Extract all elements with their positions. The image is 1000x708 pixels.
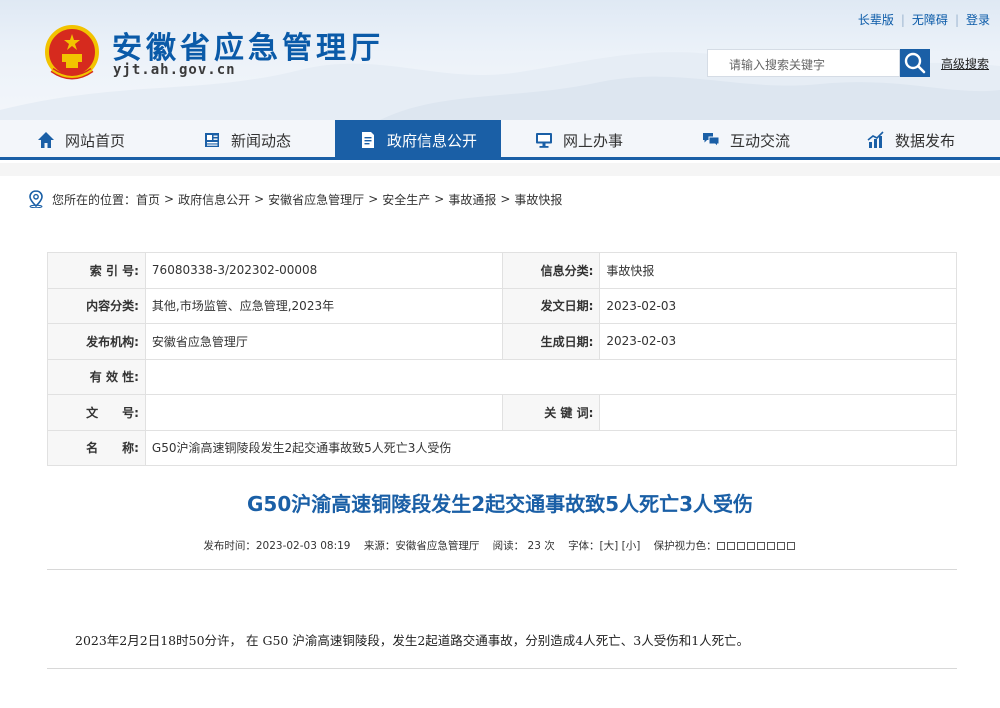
search-input[interactable]: 请输入搜索关键字 (707, 49, 900, 77)
nav-item-news[interactable]: 新闻动态 (203, 120, 291, 160)
national-emblem-icon (45, 25, 99, 80)
index-value: 76080338-3/202302-00008 (144, 252, 503, 289)
table-row: 文 号: 关 键 词: (47, 394, 957, 431)
generated-date-label: 生成日期: (501, 323, 601, 360)
site-header: 安徽省应急管理厅 yjt.ah.gov.cn 长辈版 | 无障碍 | 登录 请输入搜索关… (0, 0, 1000, 120)
site-domain: yjt.ah.gov.cn (113, 62, 236, 78)
divider (47, 668, 957, 669)
breadcrumb-separator: > (164, 192, 175, 206)
eye-care-label: 保护视力色： (653, 540, 717, 552)
table-row: 索 引 号: 76080338-3/202302-00008 信息分类: 事故快… (47, 252, 957, 289)
chat-icon (703, 133, 720, 148)
issue-date-label: 发文日期: (501, 287, 601, 324)
eye-care-swatch[interactable] (726, 542, 735, 550)
article-info-bar: 发布时间：2023-02-03 08:19 来源：安徽省应急管理厅 阅读： 23… (0, 538, 1000, 553)
eye-care-swatch[interactable] (786, 542, 795, 550)
eye-care-swatch[interactable] (736, 542, 745, 550)
breadcrumb-item-accident-notice[interactable]: 事故通报 (448, 191, 496, 208)
nav-item-data-release[interactable]: 数据发布 (867, 120, 955, 160)
breadcrumb-item-accident-flash[interactable]: 事故快报 (514, 191, 562, 208)
category-label: 信息分类: (501, 252, 601, 289)
category-value: 事故快报 (599, 252, 957, 289)
login-link[interactable]: 登录 (966, 11, 990, 28)
breadcrumb-item-gov-info[interactable]: 政府信息公开 (178, 191, 250, 208)
nav-item-gov-info[interactable]: 政府信息公开 (335, 120, 501, 160)
divider-band (0, 163, 1000, 176)
document-icon (361, 132, 374, 148)
article-source: 来源：安徽省应急管理厅 (363, 540, 480, 552)
doc-number-value (144, 394, 503, 431)
breadcrumb-separator: > (368, 192, 379, 206)
top-links: 长辈版 | 无障碍 | 登录 (858, 11, 990, 28)
publisher-value: 安徽省应急管理厅 (144, 323, 503, 360)
breadcrumb-item-safety[interactable]: 安全生产 (382, 191, 430, 208)
breadcrumb: 您所在的位置： 首页 > 政府信息公开 > 安徽省应急管理厅 > 安全生产 > … (28, 190, 562, 208)
breadcrumb-item-home[interactable]: 首页 (136, 191, 160, 208)
publish-time: 发布时间：2023-02-03 08:19 (203, 540, 351, 552)
name-label: 名 称: (47, 429, 146, 466)
keywords-value (599, 394, 957, 431)
breadcrumb-item-department[interactable]: 安徽省应急管理厅 (268, 191, 364, 208)
table-row: 有 效 性: (47, 358, 958, 395)
publisher-label: 发布机构: (47, 323, 146, 360)
nav-label: 网上办事 (563, 131, 624, 150)
elder-mode-link[interactable]: 长辈版 (858, 11, 894, 28)
nav-label: 网站首页 (65, 131, 126, 150)
eye-care-swatch[interactable] (716, 542, 725, 550)
font-size-control[interactable]: 字体：[大] [小] (568, 540, 640, 552)
site-title: 安徽省应急管理厅 (112, 31, 384, 66)
separator: | (954, 13, 959, 27)
index-label: 索 引 号: (47, 252, 146, 289)
monitor-icon (536, 133, 552, 148)
eye-care-swatch[interactable] (746, 542, 755, 550)
eye-care-swatch[interactable] (756, 542, 765, 550)
article-body: 2023年2月2日18时50分许， 在 G50 沪渝高速铜陵段，发生2起道路交通… (75, 633, 750, 648)
home-icon (38, 132, 54, 148)
location-pin-icon (29, 190, 43, 208)
accessibility-link[interactable]: 无障碍 (912, 11, 948, 28)
issue-date-value: 2023-02-03 (599, 287, 957, 324)
table-row: 内容分类: 其他,市场监管、应急管理,2023年 发文日期: 2023-02-0… (47, 287, 957, 324)
content-category-value: 其他,市场监管、应急管理,2023年 (144, 287, 503, 324)
breadcrumb-separator: > (254, 192, 265, 206)
search-button[interactable] (900, 49, 930, 77)
nav-label: 政府信息公开 (386, 131, 477, 150)
newspaper-icon (205, 133, 219, 147)
nav-label: 新闻动态 (231, 131, 292, 150)
document-meta-table: 索 引 号: 76080338-3/202302-00008 信息分类: 事故快… (47, 252, 958, 466)
separator: | (900, 13, 905, 27)
keywords-label: 关 键 词: (501, 394, 601, 431)
content-category-label: 内容分类: (47, 287, 146, 324)
nav-label: 互动交流 (730, 131, 791, 150)
validity-value (144, 358, 958, 395)
eye-care-swatch[interactable] (776, 542, 785, 550)
breadcrumb-separator: > (434, 192, 445, 206)
table-row: 名 称: G50沪渝高速铜陵段发生2起交通事故致5人死亡3人受伤 (47, 429, 958, 466)
article-title: G50沪渝高速铜陵段发生2起交通事故致5人死亡3人受伤 (247, 492, 753, 516)
divider (47, 569, 957, 570)
name-value: G50沪渝高速铜陵段发生2起交通事故致5人死亡3人受伤 (144, 429, 958, 466)
generated-date-value: 2023-02-03 (599, 323, 957, 360)
doc-number-label: 文 号: (47, 394, 146, 431)
table-row: 发布机构: 安徽省应急管理厅 生成日期: 2023-02-03 (47, 323, 957, 360)
eye-care-swatch[interactable] (766, 542, 775, 550)
main-nav: 网站首页 新闻动态 政府信息公开 网上办事 互动交流 数据发布 (0, 120, 1000, 160)
chart-icon (867, 131, 884, 148)
advanced-search-link[interactable]: 高级搜索 (941, 55, 989, 72)
search-icon (904, 52, 926, 74)
nav-item-interaction[interactable]: 互动交流 (702, 120, 790, 160)
nav-item-home[interactable]: 网站首页 (37, 120, 125, 160)
breadcrumb-prefix: 您所在的位置： (52, 192, 137, 207)
breadcrumb-separator: > (500, 192, 511, 206)
view-count: 阅读： 23 次 (492, 540, 555, 552)
nav-label: 数据发布 (895, 131, 956, 150)
validity-label: 有 效 性: (47, 358, 146, 395)
nav-item-online-services[interactable]: 网上办事 (535, 120, 623, 160)
